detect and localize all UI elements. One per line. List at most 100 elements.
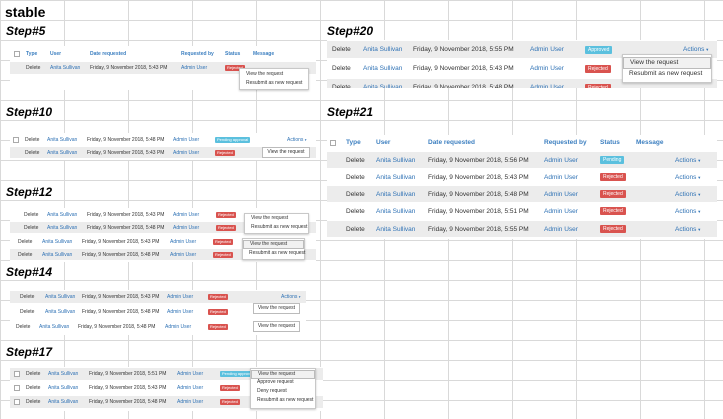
user-link[interactable]: Anita Sullivan [47,212,77,218]
actions-dropdown[interactable]: Actions ▾ [683,46,708,53]
delete-link[interactable]: Delete [26,371,40,377]
requested-by-link[interactable]: Admin User [167,294,193,300]
user-link[interactable]: Anita Sullivan [47,137,77,143]
user-link[interactable]: Anita Sullivan [47,225,77,231]
user-link[interactable]: Anita Sullivan [39,324,69,330]
row-checkbox[interactable] [14,371,20,377]
delete-link[interactable]: Delete [25,137,39,143]
delete-link[interactable]: Delete [346,157,365,164]
user-link[interactable]: Anita Sullivan [363,65,402,72]
menu-resubmit[interactable]: Resubmit as new request [245,224,308,232]
delete-link[interactable]: Delete [332,84,351,88]
requested-by-link[interactable]: Admin User [177,385,203,391]
actions-dropdown[interactable]: Actions ▾ [281,294,301,300]
menu-view-request[interactable]: View the request [623,57,711,69]
col-requested-by[interactable]: Requested by [181,51,214,57]
delete-link[interactable]: Delete [346,208,365,215]
actions-dropdown[interactable]: Actions ▾ [675,191,700,198]
delete-link[interactable]: Delete [18,252,32,258]
actions-dropdown[interactable]: Actions ▾ [675,174,700,181]
delete-link[interactable]: Delete [26,385,40,391]
col-type[interactable]: Type [346,139,361,146]
user-link[interactable]: Anita Sullivan [376,157,415,164]
user-link[interactable]: Anita Sullivan [42,239,72,245]
user-link[interactable]: Anita Sullivan [376,208,415,215]
delete-link[interactable]: Delete [25,150,39,156]
select-all-checkbox[interactable] [14,51,20,57]
requested-by-link[interactable]: Admin User [530,65,564,72]
requested-by-link[interactable]: Admin User [530,84,564,88]
requested-by-link[interactable]: Admin User [165,324,191,330]
delete-link[interactable]: Delete [18,239,32,245]
delete-link[interactable]: Delete [20,294,34,300]
menu-resubmit[interactable]: Resubmit as new request [243,250,305,258]
user-link[interactable]: Anita Sullivan [45,309,75,315]
delete-link[interactable]: Delete [26,399,40,405]
col-date[interactable]: Date requested [428,139,475,146]
requested-by-link[interactable]: Admin User [167,309,193,315]
user-link[interactable]: Anita Sullivan [48,385,78,391]
actions-dropdown[interactable]: Actions ▾ [675,208,700,215]
row-checkbox[interactable] [13,136,19,143]
select-all-checkbox[interactable] [330,139,336,146]
menu-resubmit[interactable]: Resubmit as new request [240,80,308,88]
requested-by-link[interactable]: Admin User [544,226,578,233]
col-user[interactable]: User [376,139,390,146]
row-checkbox[interactable] [14,399,20,405]
requested-by-link[interactable]: Admin User [544,157,578,164]
view-request-button[interactable]: View the request [253,303,300,314]
requested-by-link[interactable]: Admin User [544,208,578,215]
requested-by-link[interactable]: Admin User [177,371,203,377]
requested-by-link[interactable]: Admin User [544,191,578,198]
user-link[interactable]: Anita Sullivan [48,399,78,405]
col-status[interactable]: Status [600,139,620,146]
actions-dropdown[interactable]: Actions ▾ [675,226,700,233]
requested-by-link[interactable]: Admin User [544,174,578,181]
delete-link[interactable]: Delete [346,226,365,233]
user-link[interactable]: Anita Sullivan [42,252,72,258]
menu-view-request[interactable]: View the request [240,71,308,79]
requested-by-link[interactable]: Admin User [181,65,207,71]
user-link[interactable]: Anita Sullivan [376,191,415,198]
menu-resubmit[interactable]: Resubmit as new request [623,69,711,79]
actions-dropdown[interactable]: Actions ▾ [287,137,307,143]
delete-link[interactable]: Delete [346,191,365,198]
menu-view-request[interactable]: View the request [245,215,308,223]
menu-view-request[interactable]: View the request [243,240,304,249]
user-link[interactable]: Anita Sullivan [45,294,75,300]
requested-by-link[interactable]: Admin User [170,239,196,245]
delete-link[interactable]: Delete [16,324,30,330]
user-link[interactable]: Anita Sullivan [363,46,402,53]
user-link[interactable]: Anita Sullivan [363,84,402,88]
col-type[interactable]: Type [26,51,37,57]
user-link[interactable]: Anita Sullivan [376,226,415,233]
menu-resubmit[interactable]: Resubmit as new request [251,397,315,405]
requested-by-link[interactable]: Admin User [173,137,199,143]
delete-link[interactable]: Delete [332,65,351,72]
col-date[interactable]: Date requested [90,51,126,57]
user-link[interactable]: Anita Sullivan [376,174,415,181]
col-user[interactable]: User [50,51,61,57]
delete-link[interactable]: Delete [332,46,351,53]
delete-link[interactable]: Delete [24,212,38,218]
requested-by-link[interactable]: Admin User [173,225,199,231]
user-link[interactable]: Anita Sullivan [48,371,78,377]
delete-link[interactable]: Delete [24,225,38,231]
requested-by-link[interactable]: Admin User [177,399,203,405]
menu-approve-request[interactable]: Approve request [251,379,315,387]
col-status[interactable]: Status [225,51,240,57]
requested-by-link[interactable]: Admin User [530,46,564,53]
menu-view-request[interactable]: View the request [251,370,315,379]
view-request-button[interactable]: View the request [262,147,310,158]
user-link[interactable]: Anita Sullivan [47,150,77,156]
requested-by-link[interactable]: Admin User [173,212,199,218]
delete-link[interactable]: Delete [346,174,365,181]
delete-link[interactable]: Delete [26,65,40,71]
actions-dropdown[interactable]: Actions ▾ [675,157,700,164]
requested-by-link[interactable]: Admin User [173,150,199,156]
row-checkbox[interactable] [14,385,20,391]
menu-deny-request[interactable]: Deny request [251,388,315,396]
col-requested-by[interactable]: Requested by [544,139,587,146]
requested-by-link[interactable]: Admin User [170,252,196,258]
view-request-button[interactable]: View the request [253,321,300,332]
